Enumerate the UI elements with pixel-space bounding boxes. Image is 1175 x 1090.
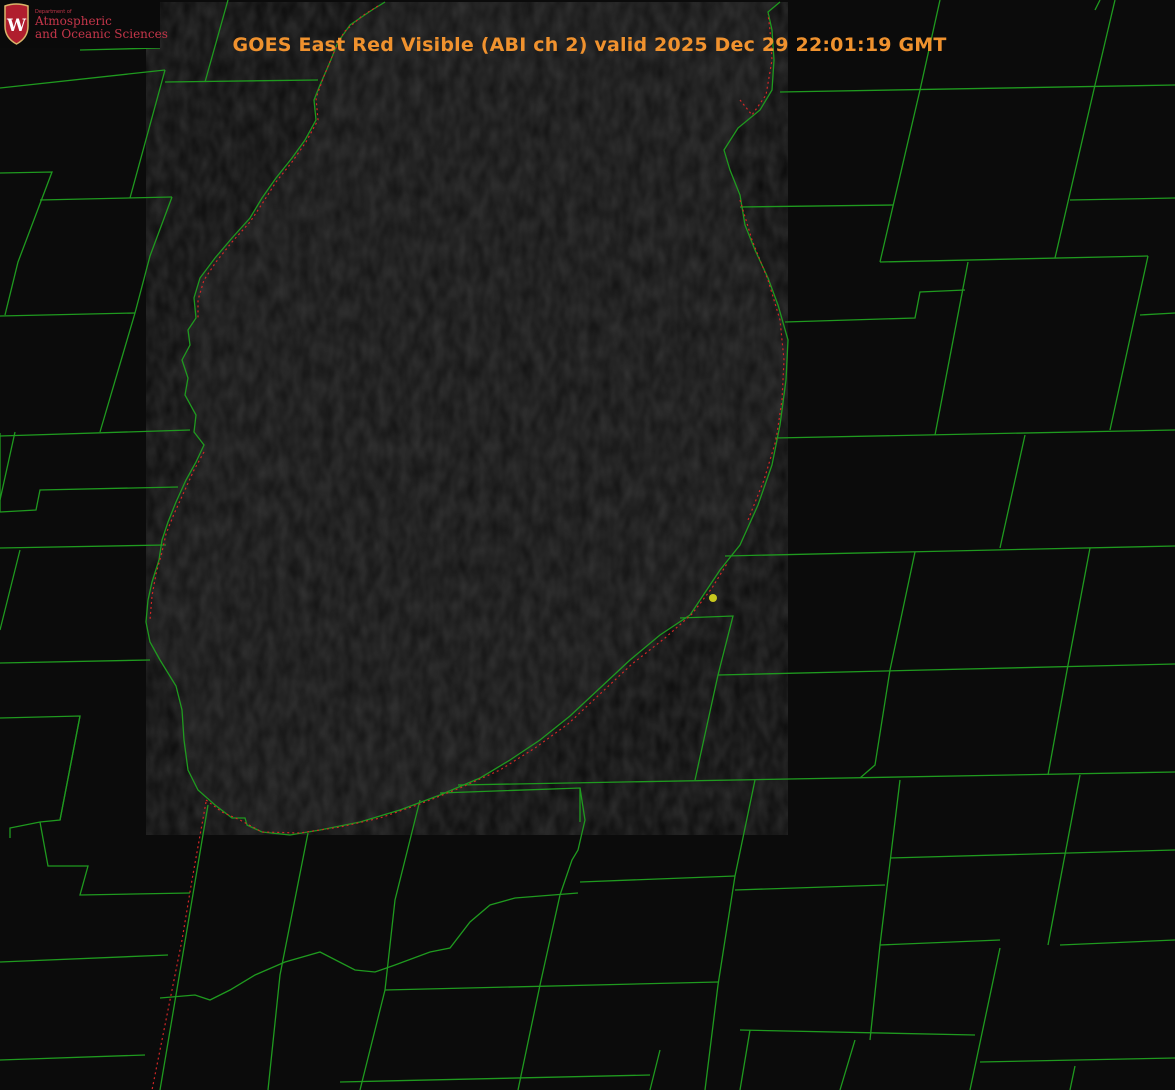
county-line [0,1054,146,1061]
map-title: GOES East Red Visible (ABI ch 2) valid 2… [232,34,947,56]
county-line [839,1039,856,1090]
county-line [934,261,969,436]
county-line [39,196,173,201]
county-line [0,549,21,631]
county-line [0,312,136,317]
county-line [774,429,1175,439]
county-line [879,89,921,263]
county-line [39,821,191,896]
county-line [0,486,179,513]
county-line [0,171,53,316]
county-line [0,431,16,501]
county-line [1109,255,1149,431]
county-line [359,799,421,1090]
county-line [0,659,151,664]
county-line [679,615,734,781]
county-line [734,779,756,877]
county-line [649,1049,661,1090]
county-line [0,429,191,437]
logo-line-atmospheric: Atmospheric [35,14,112,28]
county-line [1139,312,1175,316]
county-line [1094,0,1101,11]
county-line [779,84,1175,93]
county-line [0,69,166,89]
svg-text:W: W [6,16,27,36]
county-line [159,892,579,1001]
county-line [439,787,586,896]
county-line [889,849,1175,859]
county-line [99,312,136,433]
county-line [879,939,1001,946]
county-line [1047,664,1069,776]
county-line [517,894,561,1090]
county-line [739,1029,751,1090]
location-marker[interactable] [709,594,717,602]
county-line [1069,1065,1076,1090]
county-line [59,715,81,821]
county-line [339,1074,651,1083]
county-line [704,875,736,1090]
county-line [1067,547,1091,666]
county-line [457,771,1175,786]
county-line [859,669,891,779]
county-line [739,1029,976,1036]
county-line [1069,197,1175,201]
county-line [159,804,209,1090]
county-line [739,204,894,208]
county-line [0,954,169,963]
county-line [724,545,1175,557]
county-line [384,981,719,991]
county-line [1054,84,1096,259]
county-line [717,663,1175,676]
county-line [0,544,167,549]
county-line [1047,774,1081,946]
county-line [969,947,1001,1090]
county-line [889,551,916,671]
map-canvas [0,0,1175,1090]
county-line [979,1057,1175,1063]
county-line [784,289,966,323]
county-line [1059,939,1175,946]
county-line [134,196,173,314]
state-line-segment [151,801,207,1090]
county-line [164,79,319,83]
county-line [869,779,901,1041]
county-line [999,434,1026,549]
county-line [579,875,736,883]
county-line [879,255,1149,263]
county-line [734,884,886,891]
county-line [129,69,166,199]
satellite-map[interactable]: W Department of Atmospheric and Oceanic … [0,0,1175,1090]
